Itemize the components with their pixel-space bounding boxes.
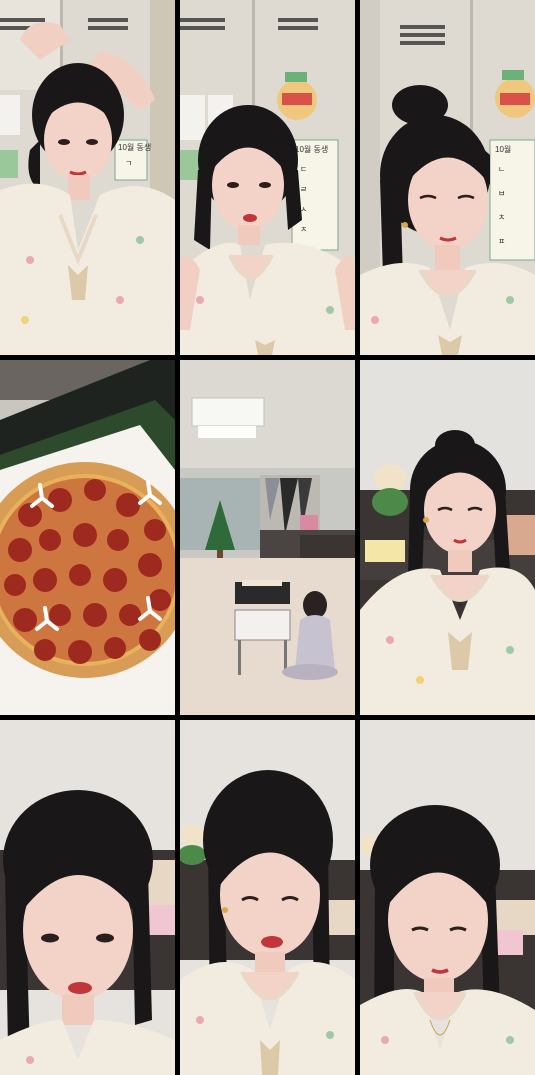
- pizza: [0, 462, 175, 678]
- frame-3-letter-1: ㄴ: [498, 165, 505, 174]
- frame-8-close-up-selfie-talking: [180, 720, 355, 1075]
- frame-5-image: [180, 360, 355, 715]
- frame-9-image: [360, 720, 535, 1075]
- frame-2-letter-1: ㄷ: [300, 165, 307, 174]
- frame-2-letter-2: ㄹ: [300, 185, 307, 194]
- frame-3-sign-text: 10월: [495, 144, 511, 154]
- frame-5-living-room-child: [180, 360, 355, 715]
- frame-1-image: 10월 동생 ㄱ: [0, 0, 175, 355]
- frame-3-selfie-looking-down: 10월 ㄴ ㅂ ㅊ ㅍ: [360, 0, 535, 355]
- frame-3-letter-2: ㅂ: [498, 189, 505, 198]
- frame-7-close-up-selfie: [0, 720, 175, 1075]
- frame-1-sign-text: 10월 동생: [118, 142, 151, 152]
- frame-4-pepperoni-pizza: [0, 360, 175, 715]
- video-frame-grid: 10월 동생 ㄱ 10월 동생 ㄷ ㄹ ㅅ ㅈ 10월 ㄴ ㅂ ㅊ ㅍ: [0, 0, 535, 1075]
- frame-3-image: 10월 ㄴ ㅂ ㅊ ㅍ: [360, 0, 535, 355]
- frame-2-letter-4: ㅈ: [300, 225, 307, 234]
- frame-8-image: [180, 720, 355, 1075]
- frame-6-image: [360, 360, 535, 715]
- frame-9-selfie-looking-down-sofa: [360, 720, 535, 1075]
- frame-1-chart-letter: ㄱ: [125, 159, 132, 168]
- frame-7-image: [0, 720, 175, 1075]
- frame-2-selfie-smiling: 10월 동생 ㄷ ㄹ ㅅ ㅈ: [180, 0, 355, 355]
- frame-1-selfie-tying-hair: 10월 동생 ㄱ: [0, 0, 175, 355]
- frame-6-selfie-on-sofa: [360, 360, 535, 715]
- frame-2-image: 10월 동생 ㄷ ㄹ ㅅ ㅈ: [180, 0, 355, 355]
- frame-4-image: [0, 360, 175, 715]
- frame-2-sign-text: 10월 동생: [295, 144, 328, 154]
- frame-3-letter-4: ㅍ: [498, 237, 505, 246]
- frame-3-letter-3: ㅊ: [498, 213, 505, 222]
